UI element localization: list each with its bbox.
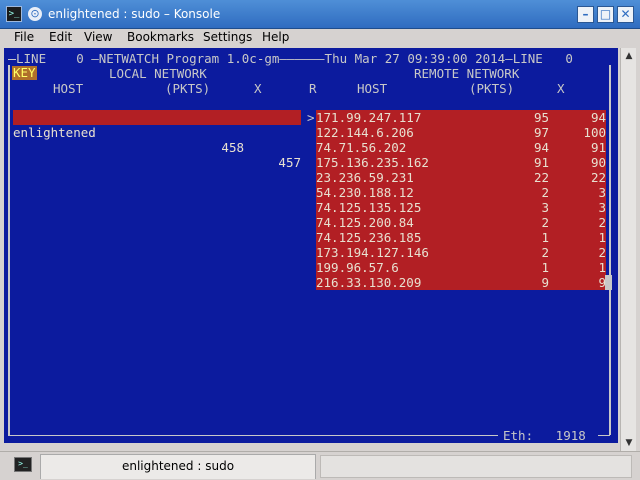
netwatch-header: LINE 0 —NETWATCH Program 1.0c-gm——————Th… — [8, 51, 573, 66]
remote-host-x: 2 — [598, 215, 606, 230]
remote-host-ip: 74.125.200.84 — [316, 215, 414, 230]
remote-host-row[interactable]: 74.125.135.125 3 3 — [316, 200, 606, 215]
remote-host-row[interactable]: 173.194.127.146 2 2 — [316, 245, 606, 260]
remote-host-x: 94 — [590, 110, 606, 125]
tab-bar-empty-area — [320, 455, 632, 478]
remote-host-x: 90 — [590, 155, 606, 170]
menu-edit[interactable]: Edit — [49, 30, 72, 44]
remote-host-x: 100 — [583, 125, 606, 140]
close-button[interactable]: ✕ — [617, 6, 634, 23]
menu-bookmarks[interactable]: Bookmarks — [127, 30, 194, 44]
remote-host-row[interactable]: 199.96.57.6 1 1 — [316, 260, 606, 275]
scroll-down-icon[interactable]: ▼ — [621, 435, 637, 451]
remote-host-pkts: 22 — [533, 170, 549, 185]
local-col-host: HOST — [53, 81, 84, 96]
remote-col-x: X — [557, 81, 565, 96]
local-host-pkts: 458 — [221, 140, 244, 155]
terminal-view[interactable]: LINE 0 —NETWATCH Program 1.0c-gm——————Th… — [4, 48, 618, 443]
local-col-x: X — [254, 81, 262, 96]
new-tab-icon[interactable]: >_ — [14, 457, 32, 472]
local-host-row[interactable]: enlightened 458 457 — [13, 110, 301, 170]
remote-host-ip: 74.125.135.125 — [316, 200, 422, 215]
remote-host-x: 3 — [598, 200, 606, 215]
remote-host-pkts: 3 — [541, 200, 549, 215]
remote-host-ip: 175.136.235.162 — [316, 155, 429, 170]
remote-host-row[interactable]: 74.71.56.202 94 91 — [316, 140, 606, 155]
remote-network-label: REMOTE NETWORK — [414, 66, 520, 81]
selection-arrow: > — [307, 110, 315, 125]
frame-bottom — [8, 435, 498, 436]
local-host-x: 457 — [278, 155, 301, 170]
remote-host-row[interactable]: 74.125.200.84 2 2 — [316, 215, 606, 230]
local-col-pkts: (PKTS) — [165, 81, 211, 96]
remote-host-pkts: 95 — [533, 110, 549, 125]
remote-host-pkts: 97 — [533, 125, 549, 140]
remote-host-ip: 171.99.247.117 — [316, 110, 422, 125]
local-col-r: R — [309, 81, 317, 96]
header-line: LINE 0 —NETWATCH Program 1.0c-gm——————Th… — [16, 51, 573, 66]
terminal-scrollbar[interactable]: ▲ ▼ — [620, 48, 636, 451]
remote-col-host: HOST — [357, 81, 388, 96]
menu-view[interactable]: View — [84, 30, 112, 44]
remote-col-pkts: (PKTS) — [469, 81, 515, 96]
remote-host-pkts: 1 — [541, 260, 549, 275]
remote-host-ip: 54.230.188.12 — [316, 185, 414, 200]
remote-host-x: 9 — [598, 275, 606, 290]
frame-right — [609, 65, 611, 435]
remote-host-ip: 74.125.236.185 — [316, 230, 422, 245]
remote-host-ip: 216.33.130.209 — [316, 275, 422, 290]
maximize-button[interactable]: □ — [597, 6, 614, 23]
tabbar: >_ enlightened : sudo — [0, 451, 640, 480]
frame-left — [8, 65, 10, 435]
tab-session[interactable]: enlightened : sudo — [40, 454, 316, 479]
remote-host-pkts: 2 — [541, 215, 549, 230]
remote-host-x: 2 — [598, 245, 606, 260]
remote-host-x: 1 — [598, 260, 606, 275]
remote-host-row[interactable]: 122.144.6.206 97 100 — [316, 125, 606, 140]
minimize-button[interactable]: – — [577, 6, 594, 23]
remote-host-row[interactable]: 216.33.130.209 9 9 — [316, 275, 606, 290]
window-title: enlightened : sudo – Konsole — [48, 7, 221, 21]
local-host-name: enlightened — [13, 125, 96, 140]
window-titlebar[interactable]: >_ ⊙ enlightened : sudo – Konsole – □ ✕ — [0, 0, 640, 29]
remote-host-pkts: 91 — [533, 155, 549, 170]
key-label: KEY — [12, 65, 37, 80]
terminal-cursor — [605, 275, 612, 290]
remote-host-ip: 74.71.56.202 — [316, 140, 407, 155]
remote-host-pkts: 1 — [541, 230, 549, 245]
remote-host-pkts: 94 — [533, 140, 549, 155]
remote-host-pkts: 9 — [541, 275, 549, 290]
remote-host-x: 1 — [598, 230, 606, 245]
menu-settings[interactable]: Settings — [203, 30, 252, 44]
eth-footer: Eth: 1918 — [501, 428, 588, 443]
remote-host-ip: 173.194.127.146 — [316, 245, 429, 260]
remote-host-x: 22 — [590, 170, 606, 185]
window-menu-icon[interactable]: ⊙ — [28, 7, 42, 21]
remote-host-ip: 23.236.59.231 — [316, 170, 414, 185]
remote-host-row[interactable]: 54.230.188.12 2 3 — [316, 185, 606, 200]
remote-host-row[interactable]: 175.136.235.162 91 90 — [316, 155, 606, 170]
remote-host-ip: 199.96.57.6 — [316, 260, 399, 275]
frame-bottom-right — [598, 435, 610, 436]
remote-host-x: 3 — [598, 185, 606, 200]
menu-file[interactable]: File — [14, 30, 34, 44]
scroll-up-icon[interactable]: ▲ — [621, 48, 637, 64]
remote-host-pkts: 2 — [541, 245, 549, 260]
remote-host-pkts: 2 — [541, 185, 549, 200]
remote-host-ip: 122.144.6.206 — [316, 125, 414, 140]
remote-host-row[interactable]: 74.125.236.185 1 1 — [316, 230, 606, 245]
remote-host-x: 91 — [590, 140, 606, 155]
local-network-label: LOCAL NETWORK — [109, 66, 207, 81]
remote-host-row[interactable]: 23.236.59.231 22 22 — [316, 170, 606, 185]
menubar: File Edit View Bookmarks Settings Help — [0, 29, 640, 48]
terminal-icon[interactable]: >_ — [6, 6, 22, 22]
remote-host-row[interactable]: 171.99.247.117 95 94 — [316, 110, 606, 125]
menu-help[interactable]: Help — [262, 30, 289, 44]
